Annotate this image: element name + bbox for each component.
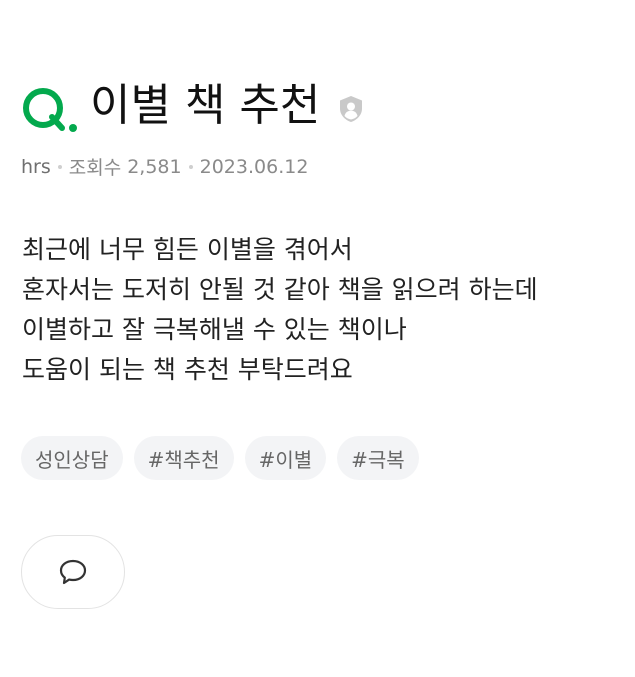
comment-button[interactable] xyxy=(21,535,125,609)
question-meta: hrs 조회수 2,581 2023.06.12 xyxy=(21,153,308,180)
tag-overcome[interactable]: #극복 xyxy=(337,436,419,480)
meta-separator xyxy=(57,164,62,169)
views-count: 2,581 xyxy=(127,155,182,178)
tag-book-recommendation[interactable]: #책추천 xyxy=(133,436,234,480)
tag-list: 성인상담 #책추천 #이별 #극복 xyxy=(21,436,419,480)
question-body: 최근에 너무 힘든 이별을 겪어서 혼자서는 도저히 안될 것 같아 책을 읽으… xyxy=(22,230,538,390)
author-name[interactable]: hrs xyxy=(21,156,51,178)
meta-separator xyxy=(188,164,193,169)
body-line: 도움이 되는 책 추천 부탁드려요 xyxy=(22,355,353,384)
body-line: 최근에 너무 힘든 이별을 겪어서 xyxy=(22,235,353,264)
question-page: 이별 책 추천 hrs 조회수 2,581 2023.06.12 최근에 너무 … xyxy=(0,0,635,677)
q-mark-icon xyxy=(21,83,79,133)
speech-bubble-icon xyxy=(59,559,87,585)
profile-shield-icon xyxy=(340,96,363,122)
tag-breakup[interactable]: #이별 xyxy=(244,436,327,480)
tag-category[interactable]: 성인상담 xyxy=(21,436,123,480)
body-line: 혼자서는 도저히 안될 것 같아 책을 읽으려 하는데 xyxy=(22,275,538,304)
body-line: 이별하고 잘 극복해낼 수 있는 책이나 xyxy=(22,315,407,344)
question-title: 이별 책 추천 xyxy=(90,80,321,131)
post-date: 2023.06.12 xyxy=(199,155,309,178)
question-header: 이별 책 추천 xyxy=(21,74,366,138)
views-label: 조회수 xyxy=(68,157,122,179)
